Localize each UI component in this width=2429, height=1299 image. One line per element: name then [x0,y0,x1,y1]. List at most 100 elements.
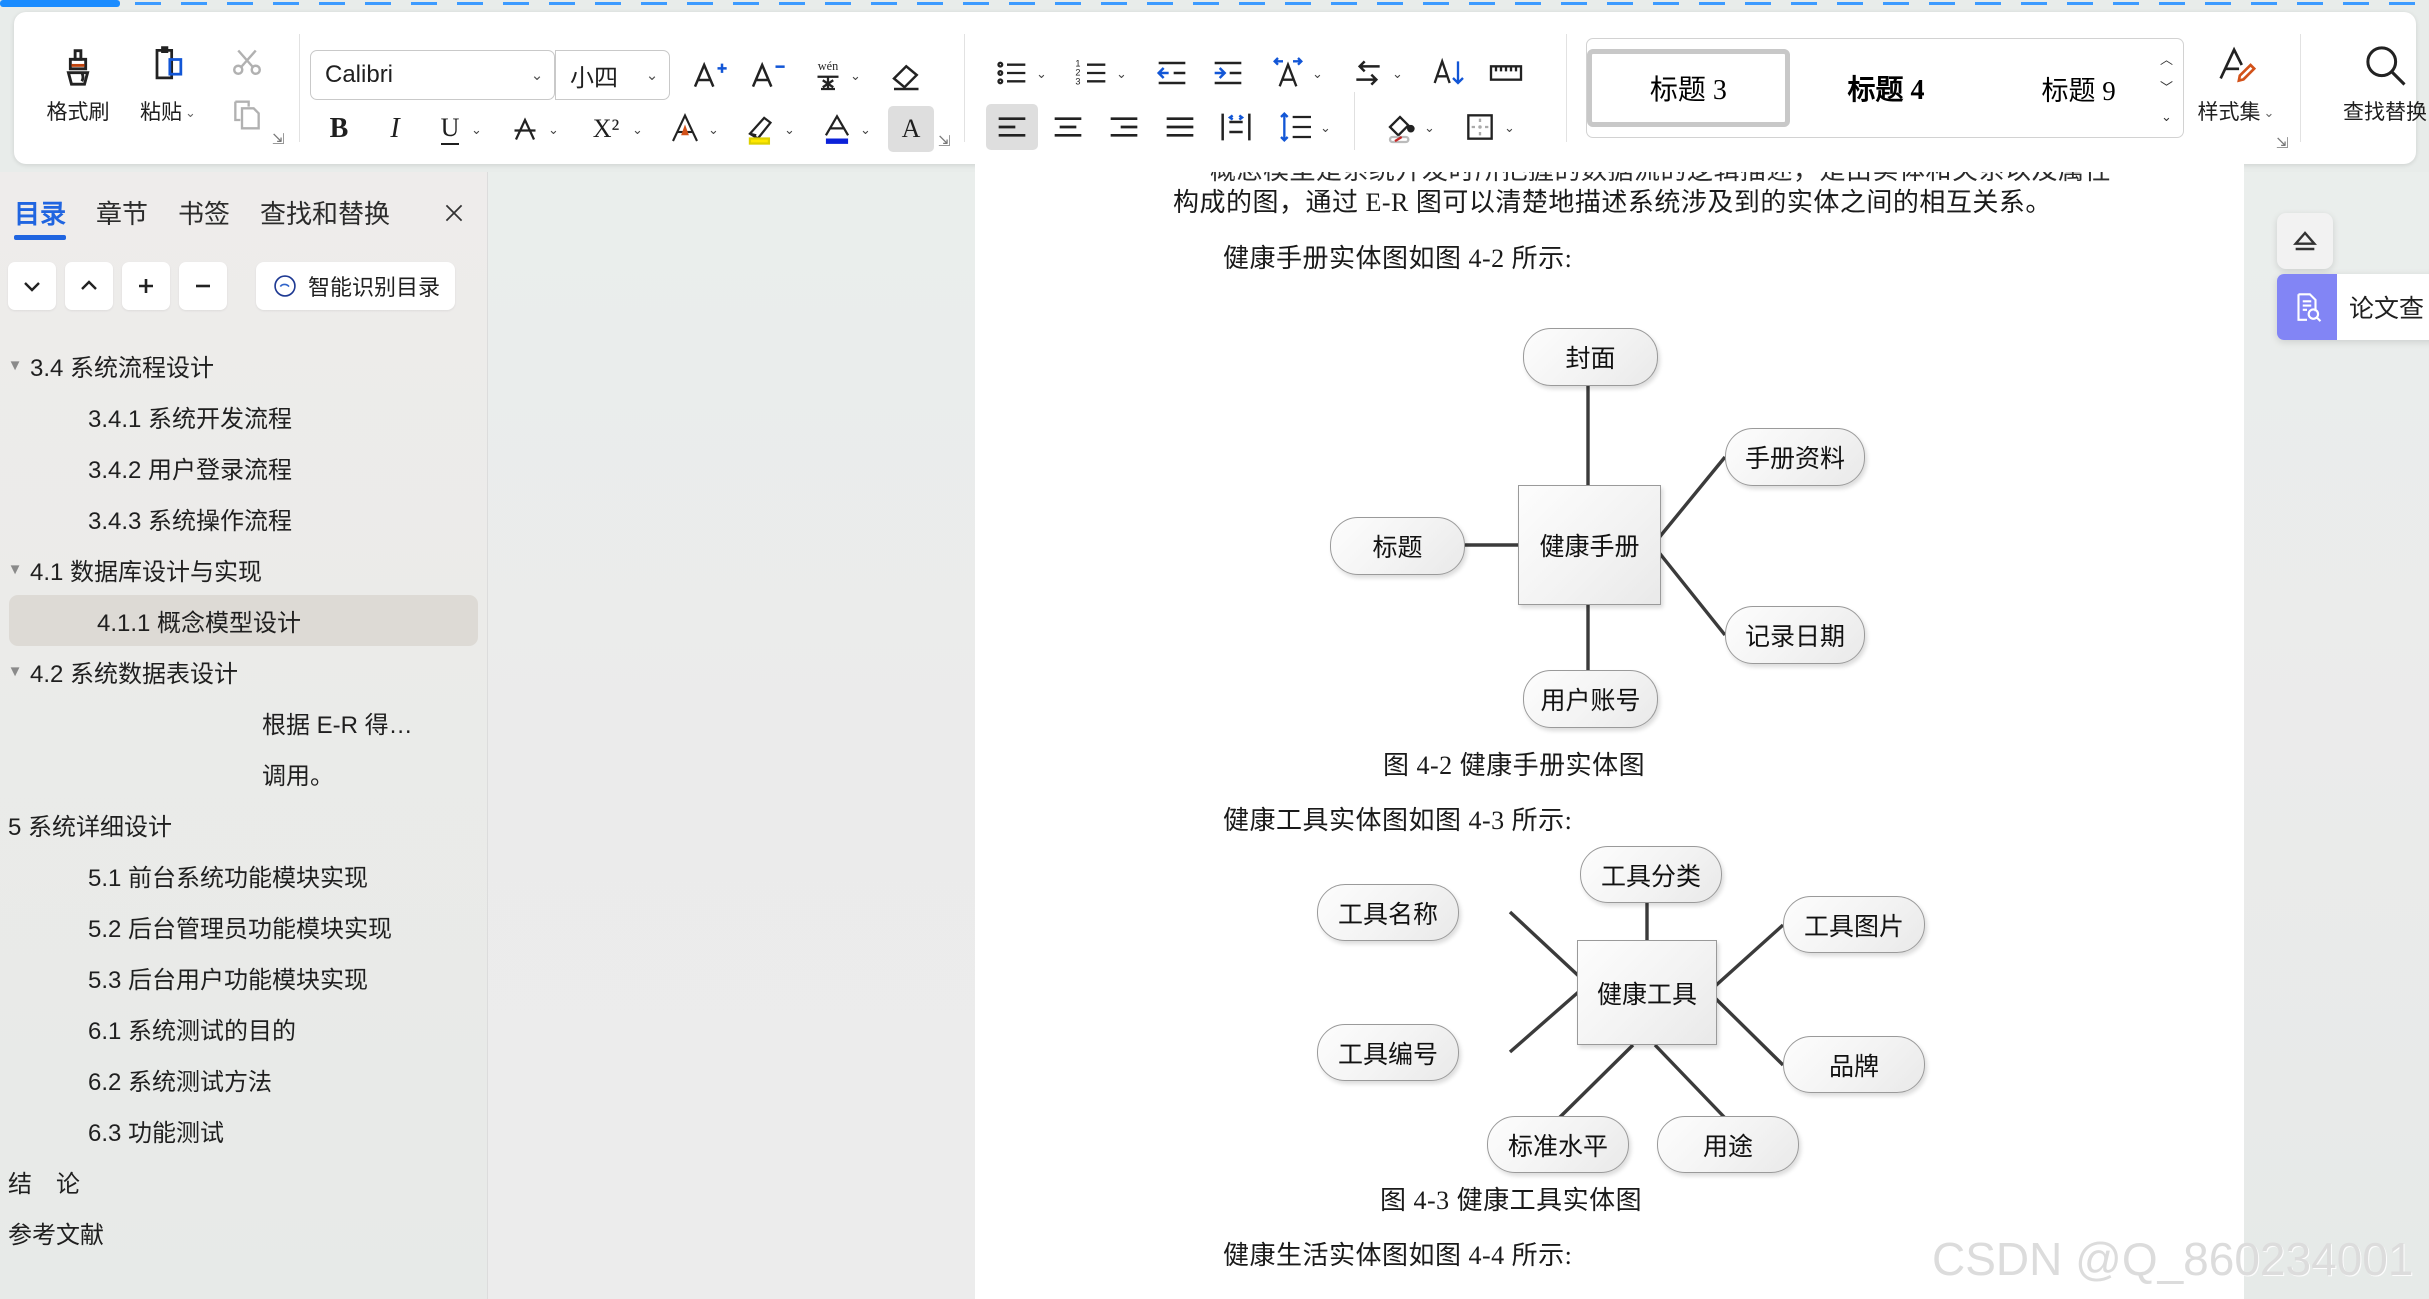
style-item-2[interactable]: 标题 9 [1982,49,2175,127]
toc-item-1[interactable]: 3.4.1 系统开发流程 [0,391,487,442]
toc-item-14[interactable]: 6.2 系统测试方法 [0,1054,487,1105]
font-color-button[interactable] [814,106,860,152]
toc-expand-toggle-6[interactable]: ▼ [4,663,26,680]
tab-contents[interactable]: 目录 [14,194,67,240]
table-of-contents-list[interactable]: ▼ 3.4 系统流程设计 3.4.1 系统开发流程 3.4.2 用户登录流程 3.4.3… [0,340,487,1299]
numbering-button[interactable]: 1 2 3 [1066,50,1118,96]
font-size-combo[interactable]: 小四 ⌄ [555,50,670,100]
chevron-down-icon[interactable]: ⌄ [548,122,559,138]
toc-item-12[interactable]: 5.3 后台用户功能模块实现 [0,952,487,1003]
justify-button[interactable] [1154,104,1206,150]
toc-expand-toggle-9[interactable]: ▼ [0,816,4,833]
paragraph-layout-button[interactable] [1342,50,1394,96]
styles-gallery-scroller[interactable]: ︿ ﹀ ⌄ [2150,38,2184,138]
bullets-button[interactable] [986,50,1038,96]
toc-item-7[interactable]: 根据 E-R 得… [0,697,487,748]
find-replace-button[interactable]: 查找替换 [2330,26,2429,146]
toc-expand-toggle-4[interactable]: ▼ [4,561,26,578]
format-painter-button[interactable]: 格式刷 [36,26,120,146]
grow-font-button[interactable] [684,52,736,98]
chevron-down-icon[interactable]: ⌄ [850,68,861,84]
gallery-scroll-down-icon[interactable]: ﹀ [2160,81,2173,94]
shrink-font-button[interactable] [742,52,794,98]
chevron-down-icon[interactable]: ⌄ [1424,120,1435,136]
chevron-down-icon[interactable]: ⌄ [185,105,196,120]
toc-item-4[interactable]: ▼ 4.1 数据库设计与实现 [0,544,487,595]
toc-item-15[interactable]: 6.3 功能测试 [0,1105,487,1156]
clear-formatting-button[interactable] [882,52,934,98]
styles-gallery[interactable]: 标题 3 标题 4 标题 9 [1586,38,2176,138]
chevron-down-icon[interactable]: ⌄ [471,122,482,138]
text-effects-button[interactable] [662,106,708,152]
distribute-button[interactable] [1210,104,1262,150]
toc-item-6[interactable]: ▼ 4.2 系统数据表设计 [0,646,487,697]
shading-button[interactable] [1374,104,1426,150]
pinyin-guide-button[interactable]: wén [802,52,854,98]
align-right-button[interactable] [1098,104,1150,150]
chevron-down-icon[interactable]: ⌄ [1116,66,1127,82]
borders-button[interactable] [1454,104,1506,150]
font-dialog-launcher[interactable]: ⇲ [938,132,951,150]
underline-button[interactable]: U [427,106,473,152]
toc-item-9[interactable]: ▼5 系统详细设计 [0,799,487,850]
chevron-down-icon[interactable]: ⌄ [1036,66,1047,82]
highlight-button[interactable] [738,106,784,152]
gallery-scroll-up-icon[interactable]: ︿ [2160,53,2173,66]
toc-item-16[interactable]: 结 论 [0,1156,487,1207]
toc-expand-toggle-0[interactable]: ▼ [4,357,26,374]
cut-button[interactable] [224,38,270,84]
chevron-down-icon[interactable]: ⌄ [632,122,643,138]
paste-button[interactable]: 粘贴 ⌄ [126,26,210,146]
chevron-down-icon[interactable]: ⌄ [1320,120,1331,136]
increase-indent-button[interactable] [1202,50,1254,96]
chevron-down-icon[interactable]: ⌄ [1312,66,1323,82]
toc-item-2[interactable]: 3.4.2 用户登录流程 [0,442,487,493]
chevron-down-icon[interactable]: ⌄ [520,66,554,84]
style-set-button[interactable]: 样式集 ⌄ [2194,26,2278,146]
line-spacing-button[interactable] [1270,104,1322,150]
align-left-button[interactable] [986,104,1038,150]
strikethrough-button[interactable] [502,106,548,152]
chevron-down-icon[interactable]: ⌄ [708,122,719,138]
font-family-combo[interactable]: Calibri ⌄ [310,50,555,100]
toc-item-3[interactable]: 3.4.3 系统操作流程 [0,493,487,544]
char-shading-button[interactable]: A [888,106,934,152]
document-page[interactable]: 概念模型是系统开发时所把握的数据流的逻辑描述，是由实体和关系以及属性 构成的图，… [975,160,2244,1299]
chevron-down-icon[interactable]: ⌄ [1392,66,1403,82]
clipboard-dialog-launcher[interactable]: ⇲ [272,130,285,148]
style-item-1[interactable]: 标题 4 [1790,49,1983,127]
demote-level-button[interactable] [179,262,227,310]
chevron-down-icon[interactable]: ⌄ [860,122,871,138]
collapse-all-button[interactable] [8,262,56,310]
superscript-button[interactable]: X² [578,106,634,152]
expand-all-button[interactable] [65,262,113,310]
chevron-down-icon[interactable]: ⌄ [635,66,669,84]
style-item-0[interactable]: 标题 3 [1587,49,1790,127]
chevron-down-icon[interactable]: ⌄ [784,122,795,138]
copy-button[interactable] [224,92,270,138]
tab-chapters[interactable]: 章节 [96,194,148,240]
bold-button[interactable]: B [316,106,362,152]
toc-item-13[interactable]: 6.1 系统测试的目的 [0,1003,487,1054]
sort-button[interactable] [1422,50,1474,96]
toc-item-5[interactable]: 4.1.1 概念模型设计 [9,595,478,646]
decrease-indent-button[interactable] [1146,50,1198,96]
tab-find-replace[interactable]: 查找和替换 [260,194,390,240]
close-navigation-pane-button[interactable] [437,196,471,230]
toc-item-10[interactable]: 5.1 前台系统功能模块实现 [0,850,487,901]
toc-item-8[interactable]: 调用。 [0,748,487,799]
italic-button[interactable]: I [372,106,418,152]
toc-item-11[interactable]: 5.2 后台管理员功能模块实现 [0,901,487,952]
toc-item-0[interactable]: ▼ 3.4 系统流程设计 [0,340,487,391]
character-scaling-button[interactable] [1262,50,1314,96]
toc-item-17[interactable]: 参考文献 [0,1207,487,1258]
promote-level-button[interactable] [122,262,170,310]
collapse-panel-button[interactable] [2277,213,2333,269]
align-center-button[interactable] [1042,104,1094,150]
tab-bookmarks[interactable]: 书签 [178,194,230,240]
chevron-down-icon[interactable]: ⌄ [1504,120,1515,136]
styles-dialog-launcher[interactable]: ⇲ [2276,134,2289,152]
show-formatting-marks-button[interactable] [1480,50,1532,96]
gallery-more-icon[interactable]: ⌄ [2161,110,2172,123]
smart-toc-button[interactable]: 智能识别目录 [256,262,456,310]
